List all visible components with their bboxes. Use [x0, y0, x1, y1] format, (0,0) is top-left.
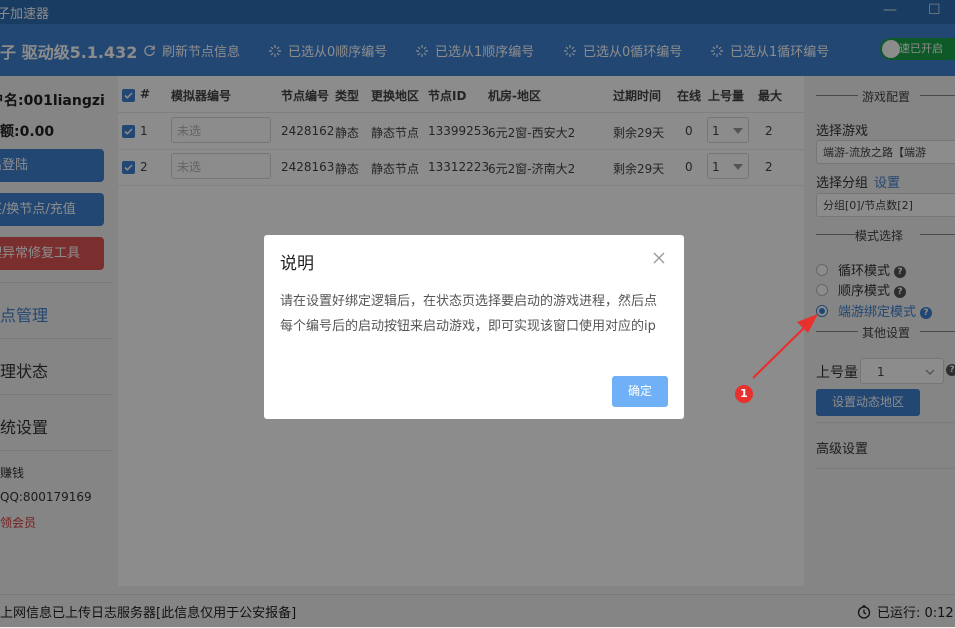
- annotation-arrow: [752, 314, 818, 379]
- annotation-badge: 1: [735, 385, 753, 403]
